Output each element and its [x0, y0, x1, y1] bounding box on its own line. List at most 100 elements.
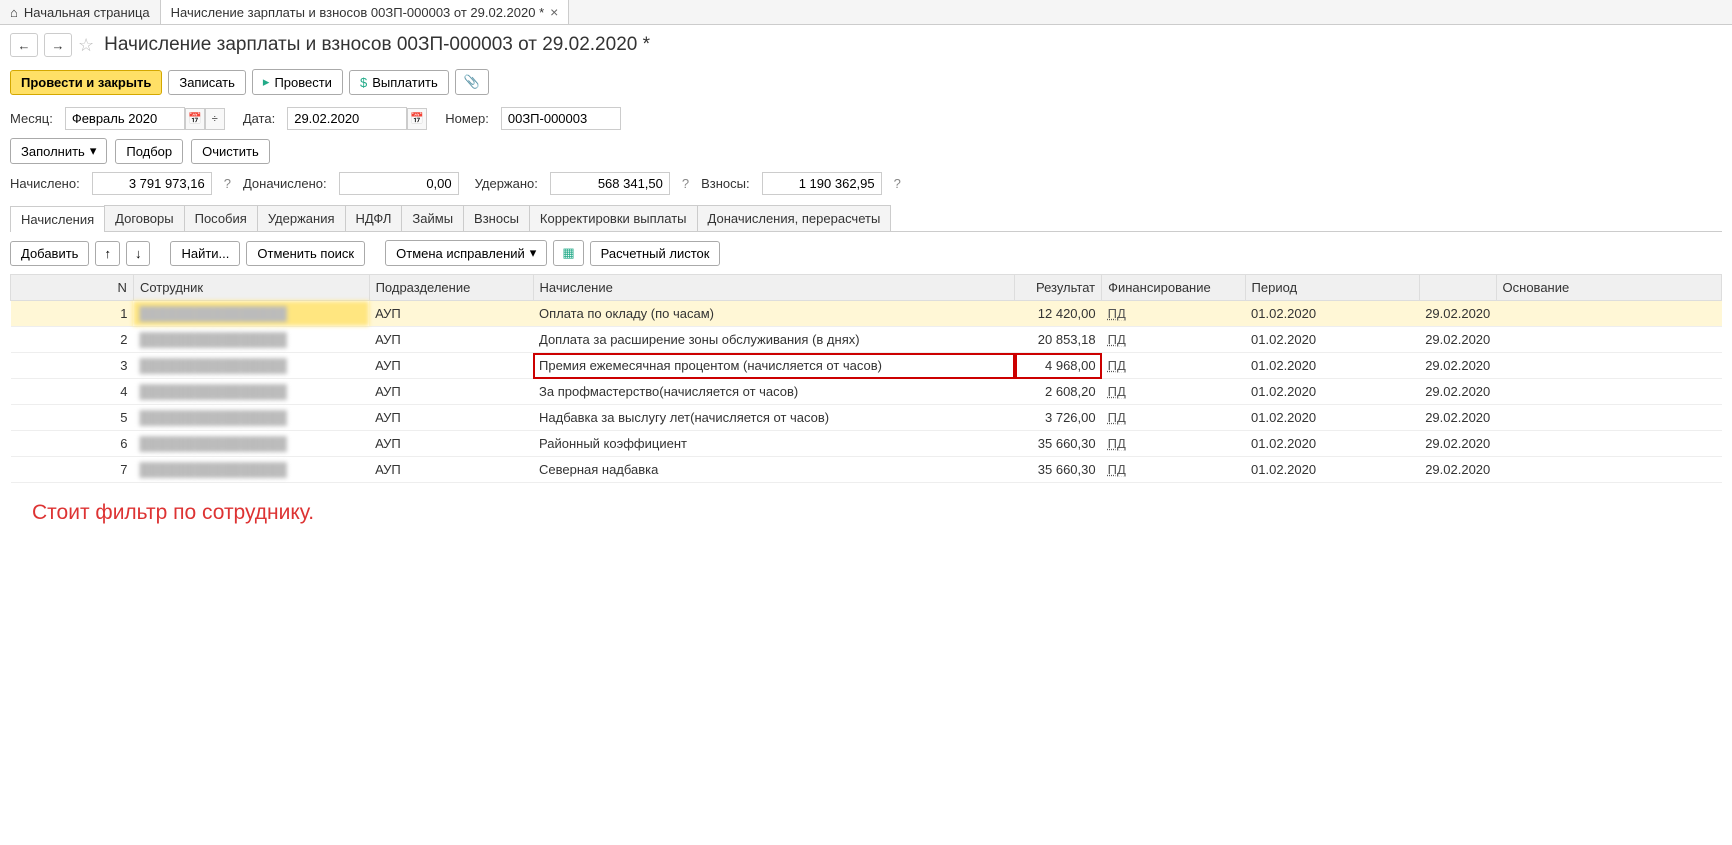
- month-spin-button[interactable]: ÷: [205, 108, 225, 130]
- table-row[interactable]: 4████████████████АУПЗа профмастерство(на…: [11, 379, 1722, 405]
- help-icon[interactable]: ?: [220, 176, 235, 191]
- withheld-label: Удержано:: [475, 176, 538, 191]
- nav-forward-button[interactable]: →: [44, 33, 72, 57]
- cell-accrual: Северная надбавка: [533, 457, 1015, 483]
- date-calendar-button[interactable]: 📅: [407, 108, 427, 130]
- help-icon[interactable]: ?: [678, 176, 693, 191]
- tab-document[interactable]: Начисление зарплаты и взносов 00ЗП-00000…: [161, 0, 570, 24]
- cell-accrual: За профмастерство(начисляется от часов): [533, 379, 1015, 405]
- cell-financing[interactable]: ПД: [1102, 405, 1245, 431]
- cell-department: АУП: [369, 457, 533, 483]
- move-up-button[interactable]: ↑: [95, 241, 120, 266]
- tab-contributions[interactable]: Взносы: [463, 205, 530, 231]
- cell-n: 5: [11, 405, 134, 431]
- close-icon[interactable]: ×: [550, 4, 558, 20]
- help-icon[interactable]: ?: [890, 176, 905, 191]
- table-row[interactable]: 1████████████████АУПОплата по окладу (по…: [11, 301, 1722, 327]
- pay-button[interactable]: $ Выплатить: [349, 70, 449, 95]
- nav-back-button[interactable]: ←: [10, 33, 38, 57]
- tab-corrections[interactable]: Корректировки выплаты: [529, 205, 698, 231]
- col-basis[interactable]: Основание: [1496, 275, 1721, 301]
- col-period-end[interactable]: [1419, 275, 1496, 301]
- fill-toolbar: Заполнить ▾ Подбор Очистить: [0, 134, 1732, 168]
- fill-button[interactable]: Заполнить ▾: [10, 138, 107, 164]
- tab-document-label: Начисление зарплаты и взносов 00ЗП-00000…: [171, 5, 544, 20]
- tab-deductions[interactable]: Удержания: [257, 205, 346, 231]
- cell-result: 4 968,00: [1015, 353, 1102, 379]
- tab-loans[interactable]: Займы: [401, 205, 464, 231]
- cell-department: АУП: [369, 301, 533, 327]
- extra-label: Доначислено:: [243, 176, 327, 191]
- payslip-button[interactable]: Расчетный листок: [590, 241, 721, 266]
- find-button[interactable]: Найти...: [170, 241, 240, 266]
- move-down-button[interactable]: ↓: [126, 241, 151, 266]
- cancel-search-button[interactable]: Отменить поиск: [246, 241, 365, 266]
- table-row[interactable]: 7████████████████АУПСеверная надбавка35 …: [11, 457, 1722, 483]
- col-result[interactable]: Результат: [1015, 275, 1102, 301]
- clear-button[interactable]: Очистить: [191, 139, 270, 164]
- tab-home[interactable]: ⌂ Начальная страница: [0, 0, 161, 24]
- table-row[interactable]: 3████████████████АУППремия ежемесячная п…: [11, 353, 1722, 379]
- extra-value: [339, 172, 459, 195]
- cancel-fix-button[interactable]: Отмена исправлений ▾: [385, 240, 547, 266]
- cell-financing[interactable]: ПД: [1102, 353, 1245, 379]
- cell-department: АУП: [369, 327, 533, 353]
- table-row[interactable]: 5████████████████АУПНадбавка за выслугу …: [11, 405, 1722, 431]
- attach-button[interactable]: 📎: [455, 69, 489, 95]
- post-icon: ▸: [263, 74, 270, 90]
- col-n[interactable]: N: [11, 275, 134, 301]
- cell-employee: ████████████████: [133, 301, 369, 327]
- cell-accrual: Оплата по окладу (по часам): [533, 301, 1015, 327]
- cell-financing[interactable]: ПД: [1102, 457, 1245, 483]
- table-icon: ▦: [562, 245, 574, 261]
- favorite-icon[interactable]: ☆: [78, 35, 94, 56]
- tab-ndfl[interactable]: НДФЛ: [345, 205, 403, 231]
- cell-period-start: 01.02.2020: [1245, 379, 1419, 405]
- save-button[interactable]: Записать: [168, 70, 246, 95]
- post-button-label: Провести: [274, 75, 332, 90]
- totals-row: Начислено: ? Доначислено: Удержано: ? Вз…: [0, 168, 1732, 199]
- main-toolbar: Провести и закрыть Записать ▸ Провести $…: [0, 65, 1732, 103]
- table-row[interactable]: 2████████████████АУПДоплата за расширени…: [11, 327, 1722, 353]
- cell-employee: ████████████████: [133, 431, 369, 457]
- date-label: Дата:: [243, 111, 275, 126]
- tab-recalc[interactable]: Доначисления, перерасчеты: [697, 205, 892, 231]
- col-period[interactable]: Период: [1245, 275, 1419, 301]
- post-button[interactable]: ▸ Провести: [252, 69, 343, 95]
- contrib-value: [762, 172, 882, 195]
- tab-accruals[interactable]: Начисления: [10, 206, 105, 232]
- cell-period-end: 29.02.2020: [1419, 405, 1496, 431]
- cell-period-start: 01.02.2020: [1245, 353, 1419, 379]
- month-input[interactable]: [65, 107, 185, 130]
- form-fields: Месяц: 📅 ÷ Дата: 📅 Номер:: [0, 103, 1732, 134]
- cell-basis: [1496, 301, 1721, 327]
- cell-period-start: 01.02.2020: [1245, 431, 1419, 457]
- cell-financing[interactable]: ПД: [1102, 379, 1245, 405]
- cell-accrual: Районный коэффициент: [533, 431, 1015, 457]
- date-input[interactable]: [287, 107, 407, 130]
- col-employee[interactable]: Сотрудник: [133, 275, 369, 301]
- number-input[interactable]: [501, 107, 621, 130]
- chevron-down-icon: ▾: [90, 143, 97, 159]
- pick-button[interactable]: Подбор: [115, 139, 183, 164]
- tab-benefits[interactable]: Пособия: [184, 205, 258, 231]
- cell-period-end: 29.02.2020: [1419, 327, 1496, 353]
- add-button[interactable]: Добавить: [10, 241, 89, 266]
- cell-financing[interactable]: ПД: [1102, 431, 1245, 457]
- col-department[interactable]: Подразделение: [369, 275, 533, 301]
- tab-contracts[interactable]: Договоры: [104, 205, 184, 231]
- post-and-close-button[interactable]: Провести и закрыть: [10, 70, 162, 95]
- cell-employee: ████████████████: [133, 379, 369, 405]
- tab-home-label: Начальная страница: [24, 5, 150, 20]
- col-accrual[interactable]: Начисление: [533, 275, 1015, 301]
- accrued-label: Начислено:: [10, 176, 80, 191]
- cell-financing[interactable]: ПД: [1102, 327, 1245, 353]
- cell-basis: [1496, 353, 1721, 379]
- cell-department: АУП: [369, 405, 533, 431]
- settings-columns-button[interactable]: ▦: [553, 240, 583, 266]
- month-calendar-button[interactable]: 📅: [185, 108, 205, 130]
- cell-period-end: 29.02.2020: [1419, 457, 1496, 483]
- col-financing[interactable]: Финансирование: [1102, 275, 1245, 301]
- cell-financing[interactable]: ПД: [1102, 301, 1245, 327]
- table-row[interactable]: 6████████████████АУПРайонный коэффициент…: [11, 431, 1722, 457]
